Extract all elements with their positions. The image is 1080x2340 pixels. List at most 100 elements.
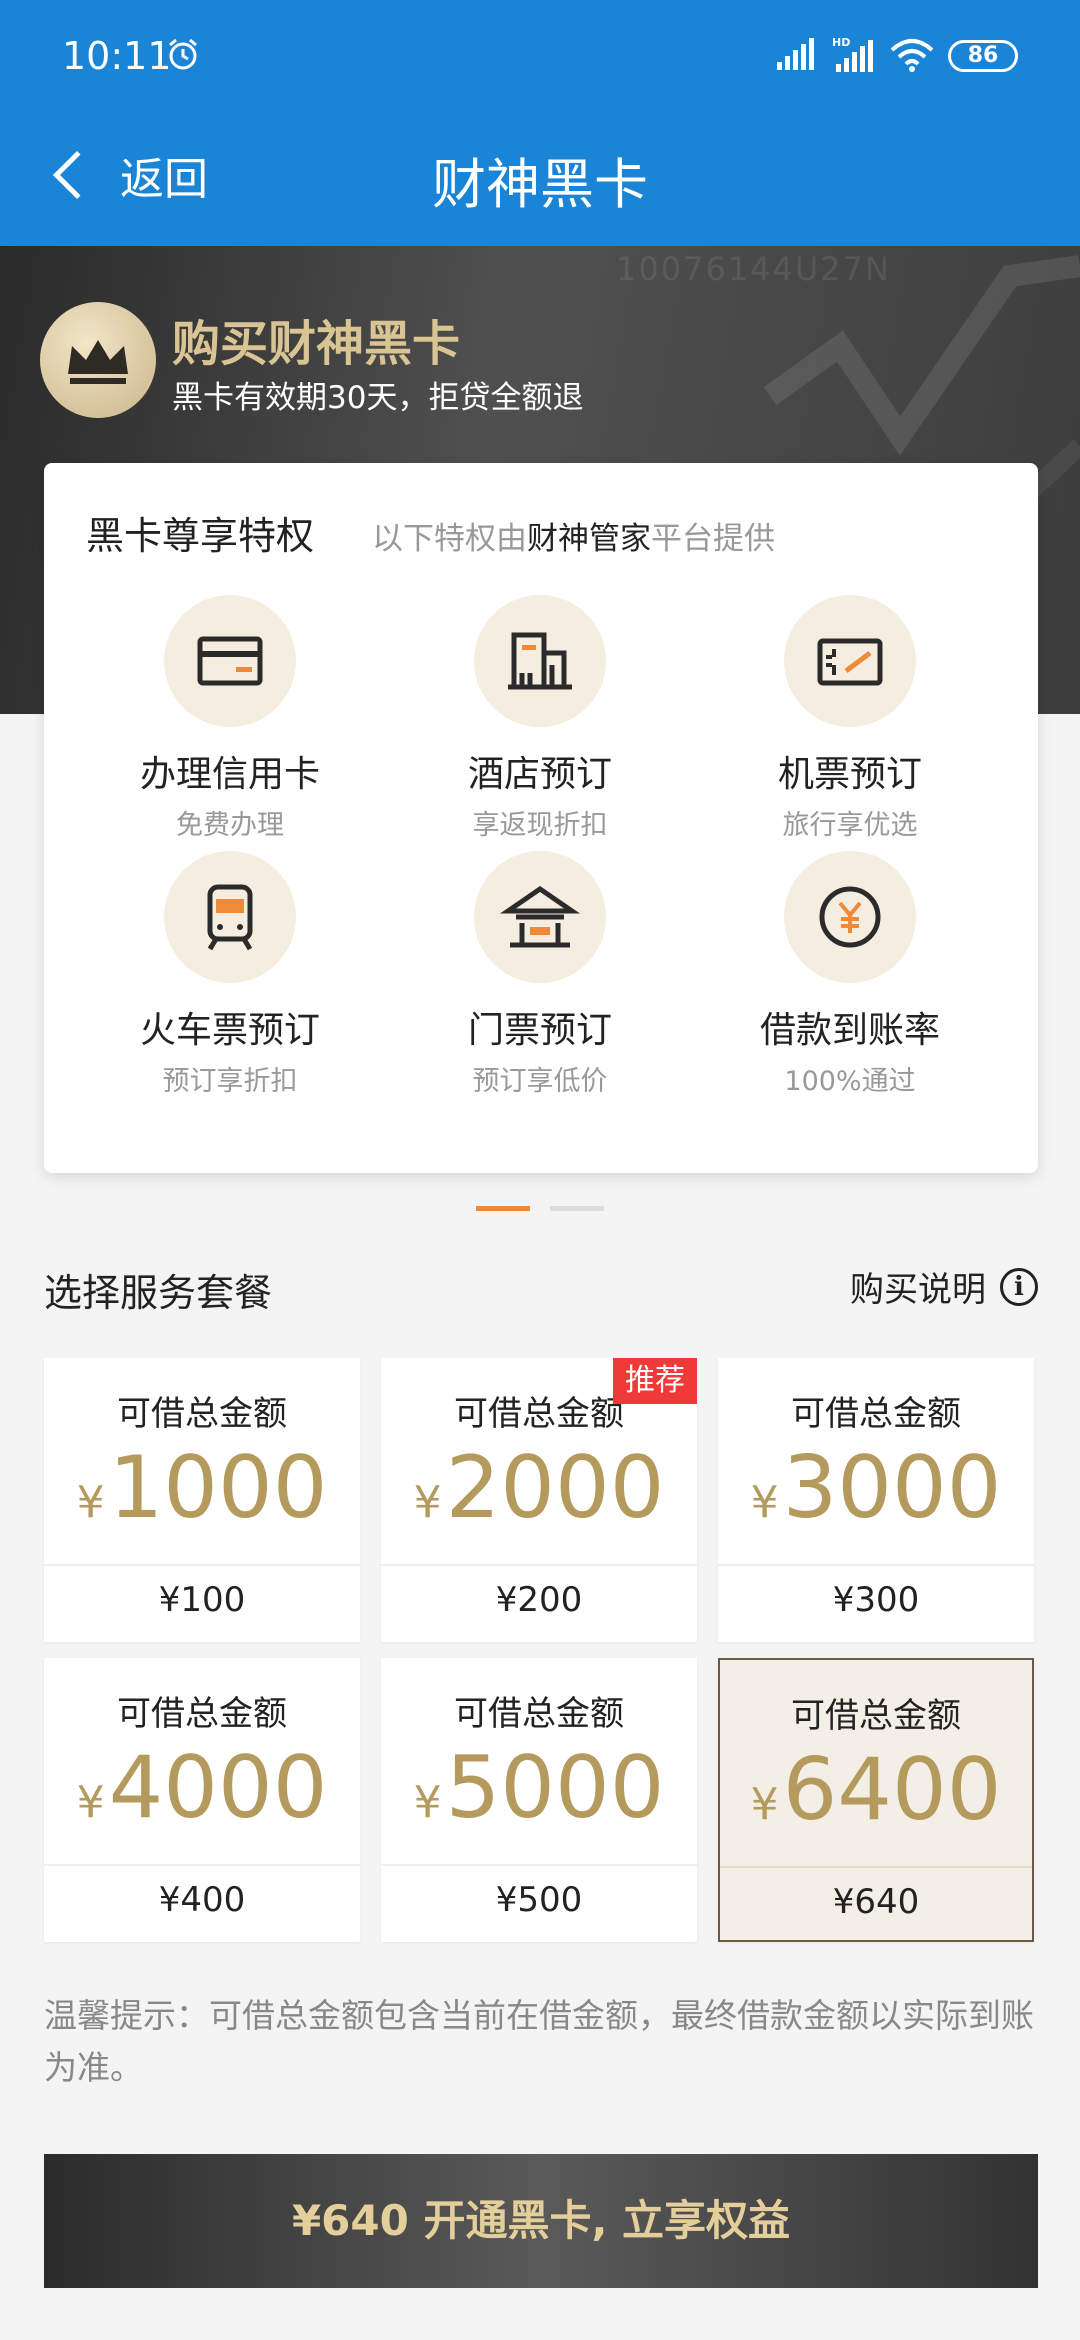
- divider: [381, 1864, 697, 1866]
- plan-label: 可借总金额: [791, 1696, 961, 1736]
- privilege-loan-rate[interactable]: 借款到账率 100%通过: [720, 851, 980, 1098]
- privileges-title: 黑卡尊享特权: [86, 514, 315, 558]
- note-prefix: 以下特权由: [372, 521, 527, 557]
- privilege-name: 借款到账率: [759, 1010, 940, 1051]
- privilege-sub: 免费办理: [176, 810, 284, 841]
- currency-symbol: ¥: [750, 1477, 779, 1528]
- navigation-bar: 返回 财神黑卡: [0, 110, 1080, 246]
- currency-symbol: ¥: [413, 1777, 442, 1828]
- hotel-icon: [508, 632, 572, 690]
- plan-amount: ¥4000: [44, 1738, 360, 1838]
- signal-icon: [777, 38, 814, 70]
- amount-value: 4000: [108, 1738, 328, 1838]
- status-time: 10:11: [62, 34, 172, 78]
- purchase-info-label: 购买说明: [850, 1270, 986, 1310]
- plane-ticket-icon: [817, 638, 883, 686]
- privilege-name: 火车票预订: [139, 1010, 320, 1051]
- privilege-icon-bg: [164, 595, 296, 727]
- plan-amount: ¥2000: [381, 1438, 697, 1538]
- plan-price: ¥500: [495, 1880, 583, 1920]
- crown-avatar: [40, 302, 156, 418]
- plan-amount: ¥3000: [718, 1438, 1034, 1538]
- train-icon: [207, 884, 253, 951]
- plan-price: ¥640: [832, 1882, 920, 1922]
- divider: [718, 1564, 1034, 1566]
- card-serial: 10076144U27N: [616, 250, 891, 288]
- svg-text:HD: HD: [832, 36, 850, 49]
- amount-value: 5000: [445, 1738, 665, 1838]
- plan-option-selected[interactable]: 可借总金额 ¥6400 ¥640: [718, 1658, 1034, 1942]
- yuan-coin-icon: [819, 886, 881, 948]
- plan-option[interactable]: 可借总金额 ¥3000 ¥300: [718, 1358, 1034, 1642]
- privilege-train[interactable]: 火车票预订 预订享折扣: [100, 851, 360, 1098]
- plan-price: ¥400: [158, 1880, 246, 1920]
- banner-title: 购买财神黑卡: [172, 316, 461, 372]
- plan-price: ¥300: [832, 1580, 920, 1620]
- privilege-tickets[interactable]: 门票预订 预订享低价: [410, 851, 670, 1098]
- plan-price: ¥100: [158, 1580, 246, 1620]
- purchase-info-button[interactable]: 购买说明 i: [850, 1262, 1038, 1311]
- banner-subtitle: 黑卡有效期30天，拒贷全额退: [172, 380, 584, 416]
- privilege-name: 机票预订: [777, 754, 922, 795]
- plan-price: ¥200: [495, 1580, 583, 1620]
- amount-value: 2000: [445, 1438, 665, 1538]
- privilege-icon-bg: [164, 851, 296, 983]
- privilege-icon-bg: [474, 851, 606, 983]
- pager-dot-active[interactable]: [476, 1206, 530, 1211]
- privilege-name: 酒店预订: [467, 754, 612, 795]
- amount-value: 6400: [782, 1740, 1002, 1840]
- plan-label: 可借总金额: [454, 1694, 624, 1734]
- carousel-pager: [0, 1206, 1080, 1212]
- note-suffix: 平台提供: [651, 521, 775, 557]
- privilege-sub: 旅行享优选: [782, 810, 918, 841]
- privilege-name: 门票预订: [467, 1010, 612, 1051]
- pavilion-icon: [500, 885, 580, 948]
- divider: [44, 1564, 360, 1566]
- privileges-card: 黑卡尊享特权 以下特权由财神管家平台提供 办理信用卡 免费办理 酒店预订 享返现…: [44, 463, 1038, 1173]
- currency-symbol: ¥: [76, 1777, 105, 1828]
- status-bar: 10:11 HD 86: [0, 0, 1080, 110]
- privilege-hotel[interactable]: 酒店预订 享返现折扣: [410, 595, 670, 842]
- divider: [381, 1564, 697, 1566]
- plan-option[interactable]: 可借总金额 ¥1000 ¥100: [44, 1358, 360, 1642]
- plan-label: 可借总金额: [117, 1394, 287, 1434]
- privilege-credit-card[interactable]: 办理信用卡 免费办理: [100, 595, 360, 842]
- privilege-sub: 享返现折扣: [472, 810, 608, 841]
- plans-section-title: 选择服务套餐: [44, 1271, 273, 1315]
- privilege-icon-bg: [474, 595, 606, 727]
- plan-option[interactable]: 可借总金额 ¥4000 ¥400: [44, 1658, 360, 1942]
- page-title: 财神黑卡: [432, 153, 648, 216]
- note-highlight: 财神管家: [527, 521, 651, 557]
- crown-icon: [68, 340, 128, 384]
- privileges-note: 以下特权由财神管家平台提供: [372, 513, 775, 558]
- divider: [720, 1866, 1032, 1868]
- plan-option[interactable]: 可借总金额 推荐 ¥2000 ¥200: [381, 1358, 697, 1642]
- alarm-icon: [169, 38, 197, 70]
- plan-amount: ¥5000: [381, 1738, 697, 1838]
- plan-option[interactable]: 可借总金额 ¥5000 ¥500: [381, 1658, 697, 1942]
- privilege-flight[interactable]: 机票预订 旅行享优选: [720, 595, 980, 842]
- plan-amount: ¥1000: [44, 1438, 360, 1538]
- battery-indicator: 86: [948, 40, 1018, 72]
- warm-tip: 温馨提示：可借总金额包含当前在借金额，最终借款金额以实际到账为准。: [44, 1996, 1034, 2087]
- privilege-name: 办理信用卡: [139, 754, 320, 795]
- amount-value: 1000: [108, 1438, 328, 1538]
- activate-black-card-button[interactable]: ¥640 开通黑卡, 立享权益: [44, 2154, 1038, 2288]
- currency-symbol: ¥: [750, 1779, 779, 1830]
- app-header: 10:11 HD 86 返回 财神黑卡: [0, 0, 1080, 246]
- privilege-sub: 预订享折扣: [162, 1066, 298, 1097]
- recommended-badge: 推荐: [613, 1358, 697, 1404]
- credit-card-icon: [197, 636, 263, 686]
- pager-dot[interactable]: [550, 1206, 604, 1211]
- divider: [44, 1864, 360, 1866]
- plan-amount: ¥6400: [720, 1740, 1032, 1840]
- wifi-icon: [890, 39, 934, 72]
- amount-value: 3000: [782, 1438, 1002, 1538]
- privilege-icon-bg: [784, 595, 916, 727]
- privilege-sub: 100%通过: [784, 1066, 916, 1097]
- info-icon: i: [1000, 1267, 1038, 1306]
- currency-symbol: ¥: [76, 1477, 105, 1528]
- signal-hd-icon: HD: [832, 36, 873, 72]
- privilege-sub: 预订享低价: [472, 1066, 608, 1097]
- plan-label: 可借总金额: [117, 1694, 287, 1734]
